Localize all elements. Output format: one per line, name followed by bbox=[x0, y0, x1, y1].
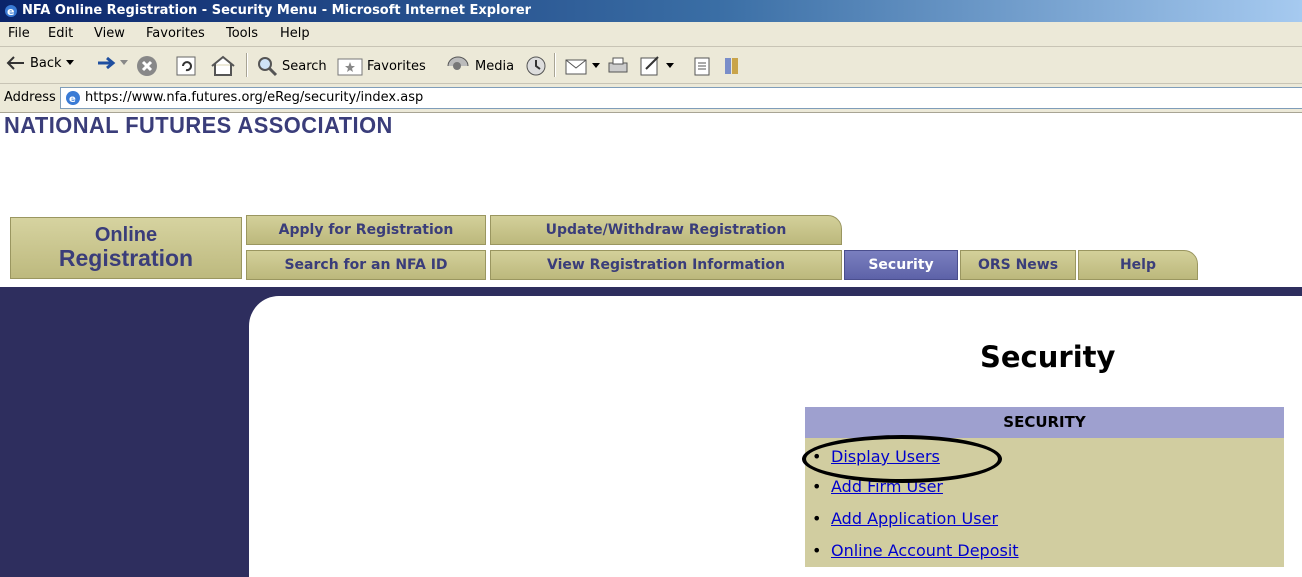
content-corner bbox=[249, 296, 309, 356]
tab-view-registration-information[interactable]: View Registration Information bbox=[490, 250, 842, 280]
back-button[interactable]: Back bbox=[6, 55, 74, 71]
tab-ors-news[interactable]: ORS News bbox=[960, 250, 1076, 280]
tab-search-for-nfa-id[interactable]: Search for an NFA ID bbox=[246, 250, 486, 280]
chevron-down-icon bbox=[65, 60, 74, 65]
history-icon bbox=[526, 56, 546, 76]
chevron-down-icon bbox=[666, 63, 674, 68]
address-label: Address bbox=[4, 90, 56, 105]
home-icon bbox=[211, 55, 235, 76]
forward-button[interactable] bbox=[96, 55, 128, 71]
search-label: Search bbox=[282, 58, 327, 74]
address-field[interactable]: e https://www.nfa.futures.org/eReg/secur… bbox=[60, 87, 1302, 109]
security-menu-box: SECURITY • Display Users • Add Firm User… bbox=[805, 407, 1284, 567]
mail-button[interactable] bbox=[564, 55, 600, 77]
forward-arrow-icon bbox=[98, 56, 116, 70]
add-application-user-link[interactable]: Add Application User bbox=[831, 507, 998, 531]
tab-security[interactable]: Security bbox=[844, 250, 958, 280]
brand-line-registration: Registration bbox=[58, 245, 194, 271]
svg-text:e: e bbox=[7, 5, 14, 18]
bullet-icon: • bbox=[812, 541, 822, 560]
menu-bar: File Edit View Favorites Tools Help bbox=[0, 22, 1302, 47]
mail-icon bbox=[565, 59, 587, 75]
media-icon bbox=[447, 56, 469, 70]
ie-logo-icon: e bbox=[5, 5, 17, 18]
window-title-bar: e NFA Online Registration - Security Men… bbox=[0, 0, 1302, 22]
nav-divider-stripe bbox=[0, 287, 1302, 296]
refresh-icon bbox=[176, 56, 196, 76]
online-account-deposit-link[interactable]: Online Account Deposit bbox=[831, 539, 1019, 563]
favorites-label: Favorites bbox=[367, 58, 426, 74]
bullet-icon: • bbox=[812, 509, 822, 528]
stop-button[interactable] bbox=[136, 55, 158, 77]
back-arrow-icon bbox=[6, 56, 24, 70]
menu-edit[interactable]: Edit bbox=[48, 26, 73, 41]
favorites-star-icon bbox=[337, 58, 363, 76]
home-button[interactable] bbox=[210, 55, 236, 77]
tab-help[interactable]: Help bbox=[1078, 250, 1198, 280]
stop-icon bbox=[137, 56, 157, 76]
search-button[interactable]: Search bbox=[256, 55, 327, 77]
menu-tools[interactable]: Tools bbox=[226, 26, 258, 41]
left-sidebar-panel bbox=[0, 296, 249, 577]
page-title: Security bbox=[980, 340, 1116, 374]
security-box-header: SECURITY bbox=[805, 407, 1284, 438]
menu-view[interactable]: View bbox=[94, 26, 125, 41]
highlight-circle-annotation bbox=[802, 435, 1002, 483]
bullet-icon: • bbox=[812, 477, 822, 496]
svg-text:e: e bbox=[69, 94, 76, 105]
media-label: Media bbox=[475, 58, 515, 74]
research-button[interactable] bbox=[722, 55, 744, 77]
menu-file[interactable]: File bbox=[8, 26, 30, 41]
edit-button[interactable] bbox=[638, 55, 674, 77]
brand-line-online: Online bbox=[94, 224, 158, 246]
research-icon bbox=[725, 58, 738, 74]
printer-icon bbox=[608, 57, 628, 73]
address-url: https://www.nfa.futures.org/eReg/securit… bbox=[85, 90, 424, 105]
menu-favorites[interactable]: Favorites bbox=[146, 26, 205, 41]
print-button[interactable] bbox=[606, 55, 630, 77]
tab-apply-for-registration[interactable]: Apply for Registration bbox=[246, 215, 486, 245]
menu-help[interactable]: Help bbox=[280, 26, 310, 41]
address-bar: Address e https://www.nfa.futures.org/eR… bbox=[0, 84, 1302, 113]
discuss-icon bbox=[694, 57, 710, 76]
discuss-button[interactable] bbox=[692, 55, 712, 77]
favorites-button[interactable]: Favorites bbox=[337, 55, 426, 77]
toolbar: Back Search Favorites Media bbox=[0, 47, 1302, 84]
tab-update-withdraw-registration[interactable]: Update/Withdraw Registration bbox=[490, 215, 842, 245]
chevron-down-icon bbox=[120, 60, 128, 65]
search-icon bbox=[258, 57, 278, 77]
chevron-down-icon bbox=[592, 63, 600, 68]
organization-name: NATIONAL FUTURES ASSOCIATION bbox=[4, 112, 393, 138]
history-button[interactable] bbox=[524, 55, 548, 77]
refresh-button[interactable] bbox=[175, 55, 197, 77]
media-button[interactable]: Media bbox=[445, 55, 514, 77]
window-title: NFA Online Registration - Security Menu … bbox=[22, 3, 532, 18]
edit-page-icon bbox=[640, 56, 659, 76]
online-registration-logo[interactable]: Online Registration bbox=[10, 217, 242, 279]
page-icon: e bbox=[66, 91, 80, 105]
back-label: Back bbox=[30, 55, 62, 71]
